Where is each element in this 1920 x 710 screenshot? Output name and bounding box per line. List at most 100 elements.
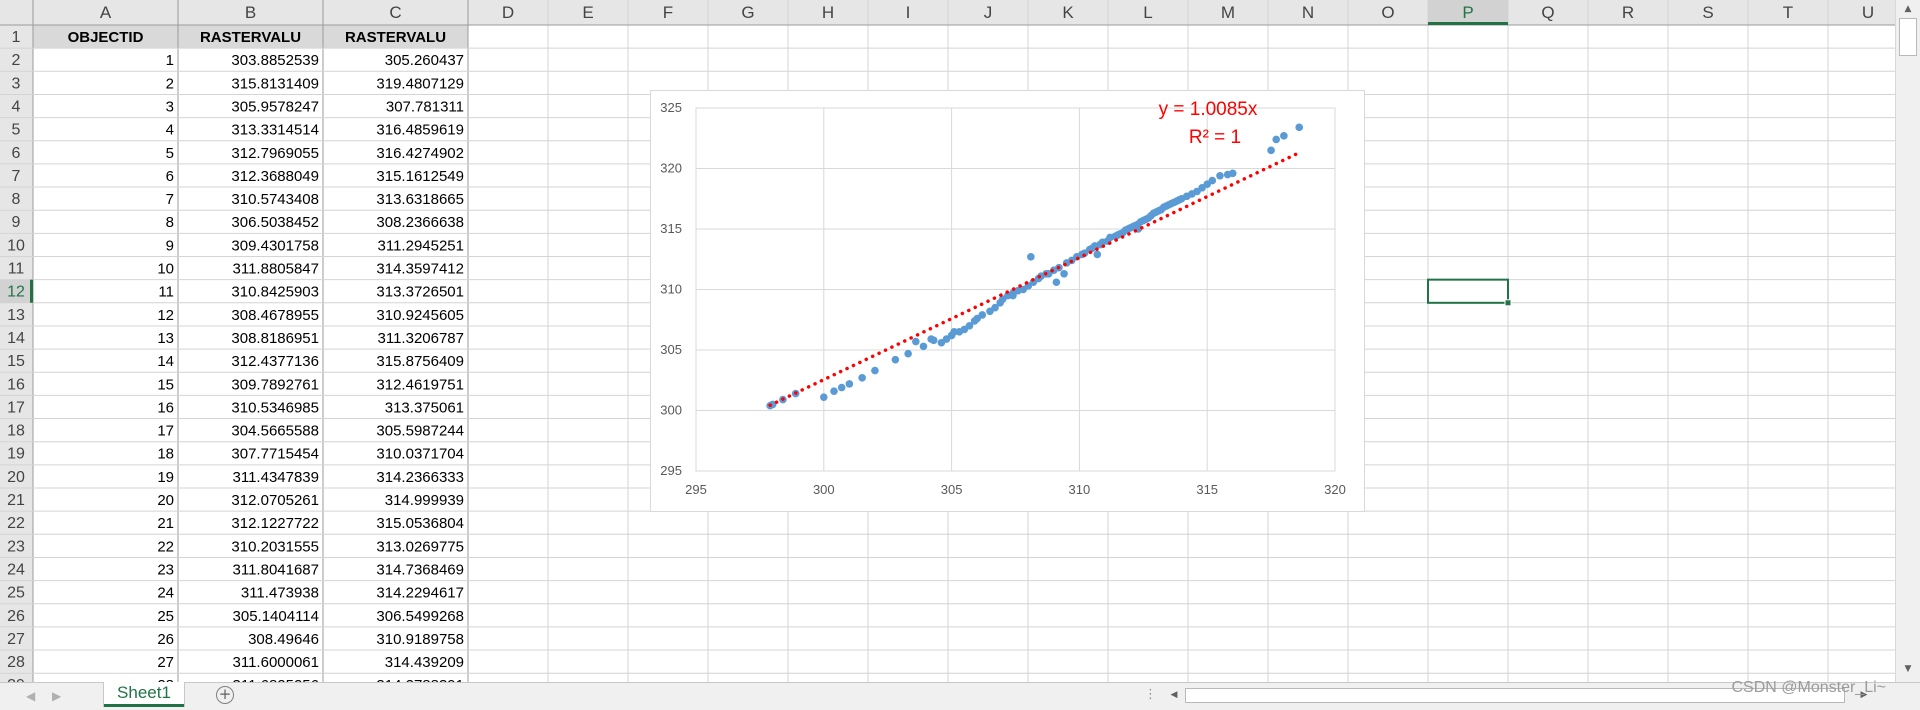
column-header-i[interactable]: I	[906, 3, 911, 22]
cell-value[interactable]: 6	[166, 168, 174, 185]
cell-value[interactable]: 312.3688049	[231, 168, 319, 185]
cell-value[interactable]: 310.2031555	[231, 538, 319, 555]
vertical-scrollbar[interactable]: ▲ ▼	[1895, 0, 1920, 682]
row-header-20[interactable]: 20	[7, 469, 25, 486]
cell-value[interactable]: 315.8756409	[376, 353, 464, 370]
scroll-down-icon[interactable]: ▼	[1900, 662, 1916, 676]
cell-value[interactable]: 21	[157, 515, 174, 532]
cell-value[interactable]: 306.5038452	[231, 214, 319, 231]
cell-value[interactable]: 22	[157, 538, 174, 555]
cell-value[interactable]: 2	[166, 75, 174, 92]
cell-value[interactable]: 313.6318665	[376, 191, 464, 208]
cell-value[interactable]: 312.1227722	[231, 515, 319, 532]
column-header-r[interactable]: R	[1622, 3, 1634, 22]
column-header-j[interactable]: J	[984, 3, 993, 22]
row-header-5[interactable]: 5	[12, 122, 21, 139]
cell-value[interactable]: 310.8425903	[231, 284, 319, 301]
cell-value[interactable]: 307.7715454	[231, 446, 319, 463]
column-header-u[interactable]: U	[1862, 3, 1874, 22]
column-header-m[interactable]: M	[1221, 3, 1235, 22]
cell-value[interactable]: 304.5665588	[231, 423, 319, 440]
row-header-7[interactable]: 7	[12, 168, 21, 185]
more-options-icon[interactable]: ⋮	[1144, 687, 1157, 702]
row-header-9[interactable]: 9	[12, 214, 21, 231]
row-header-24[interactable]: 24	[7, 561, 25, 578]
row-header-21[interactable]: 21	[7, 492, 25, 509]
cell-value[interactable]: 311.8041687	[233, 561, 319, 578]
row-header-8[interactable]: 8	[12, 191, 21, 208]
cell-value[interactable]: 305.260437	[385, 52, 464, 69]
column-header-t[interactable]: T	[1783, 3, 1793, 22]
row-header-10[interactable]: 10	[7, 237, 25, 254]
column-header-e[interactable]: E	[582, 3, 593, 22]
column-header-b[interactable]: B	[245, 3, 256, 22]
cell-value[interactable]: 315.1612549	[376, 168, 464, 185]
scroll-left-icon[interactable]: ◀	[1167, 687, 1181, 703]
cell-value[interactable]: 319.4807129	[376, 75, 464, 92]
column-title[interactable]: RASTERVALU	[200, 29, 301, 46]
cell-value[interactable]: 309.7892761	[231, 376, 319, 393]
cell-value[interactable]: 315.8131409	[231, 75, 319, 92]
cell-value[interactable]: 7	[166, 191, 174, 208]
column-header-k[interactable]: K	[1062, 3, 1074, 22]
column-header-a[interactable]: A	[100, 3, 112, 22]
row-header-26[interactable]: 26	[7, 608, 25, 625]
cell-value[interactable]: 18	[157, 446, 174, 463]
cell-value[interactable]: 311.4347839	[233, 469, 319, 486]
cell-value[interactable]: 23	[157, 561, 174, 578]
row-header-13[interactable]: 13	[7, 307, 25, 324]
cell-value[interactable]: 314.2294617	[376, 585, 464, 602]
cell-value[interactable]: 313.375061	[385, 399, 464, 416]
cell-value[interactable]: 310.5346985	[231, 399, 319, 416]
cell-value[interactable]: 310.9245605	[376, 307, 464, 324]
cell-value[interactable]: 14	[157, 353, 174, 370]
cell-value[interactable]: 11	[158, 284, 174, 301]
cell-value[interactable]: 10	[157, 261, 174, 278]
cell-value[interactable]: 26	[157, 631, 174, 648]
cell-value[interactable]: 9	[166, 237, 174, 254]
cell-value[interactable]: 311.6000061	[233, 654, 319, 671]
cell-value[interactable]: 308.4678955	[231, 307, 319, 324]
cell-value[interactable]: 312.0705261	[231, 492, 319, 509]
cell-value[interactable]: 19	[157, 469, 174, 486]
cell-value[interactable]: 16	[157, 399, 174, 416]
column-header-n[interactable]: N	[1302, 3, 1314, 22]
cell-value[interactable]: 308.49646	[248, 631, 319, 648]
cell-value[interactable]: 313.3726501	[376, 284, 464, 301]
row-header-4[interactable]: 4	[12, 98, 21, 115]
row-header-23[interactable]: 23	[7, 538, 25, 555]
cell-value[interactable]: 307.781311	[386, 98, 464, 115]
row-header-14[interactable]: 14	[7, 330, 25, 347]
cell-value[interactable]: 310.9189758	[376, 631, 464, 648]
row-header-1[interactable]: 1	[12, 29, 21, 46]
column-header-f[interactable]: F	[663, 3, 673, 22]
cell-value[interactable]: 310.0371704	[376, 446, 464, 463]
add-sheet-icon[interactable]: +	[216, 686, 234, 704]
cell-value[interactable]: 308.2366638	[376, 214, 464, 231]
cell-value[interactable]: 314.3597412	[376, 261, 464, 278]
cell-value[interactable]: 314.439209	[385, 654, 464, 671]
column-header-s[interactable]: S	[1702, 3, 1713, 22]
row-header-3[interactable]: 3	[12, 75, 21, 92]
cell-value[interactable]: 311.473938	[241, 585, 319, 602]
cell-value[interactable]: 13	[157, 330, 174, 347]
cell-value[interactable]: 305.9578247	[231, 98, 319, 115]
cell-value[interactable]: 24	[157, 585, 174, 602]
column-header-o[interactable]: O	[1381, 3, 1394, 22]
cell-value[interactable]: 314.2366333	[376, 469, 464, 486]
cell-value[interactable]: 312.4619751	[376, 376, 464, 393]
column-header-q[interactable]: Q	[1541, 3, 1554, 22]
cell-value[interactable]: 310.5743408	[231, 191, 319, 208]
row-header-6[interactable]: 6	[12, 145, 21, 162]
column-header-d[interactable]: D	[502, 3, 514, 22]
row-header-17[interactable]: 17	[7, 399, 25, 416]
cell-value[interactable]: 313.3314514	[231, 122, 319, 139]
cell-value[interactable]: 4	[166, 122, 174, 139]
scatter-chart[interactable]: 295 300 305 310 315 320 295 300 305 310 315 320 325 y…	[650, 90, 1365, 512]
row-header-15[interactable]: 15	[7, 353, 25, 370]
cell-value[interactable]: 311.3206787	[378, 330, 464, 347]
cell-value[interactable]: 25	[157, 608, 174, 625]
cell-value[interactable]: 15	[157, 376, 174, 393]
column-header-g[interactable]: G	[741, 3, 754, 22]
cell-value[interactable]: 308.8186951	[231, 330, 319, 347]
